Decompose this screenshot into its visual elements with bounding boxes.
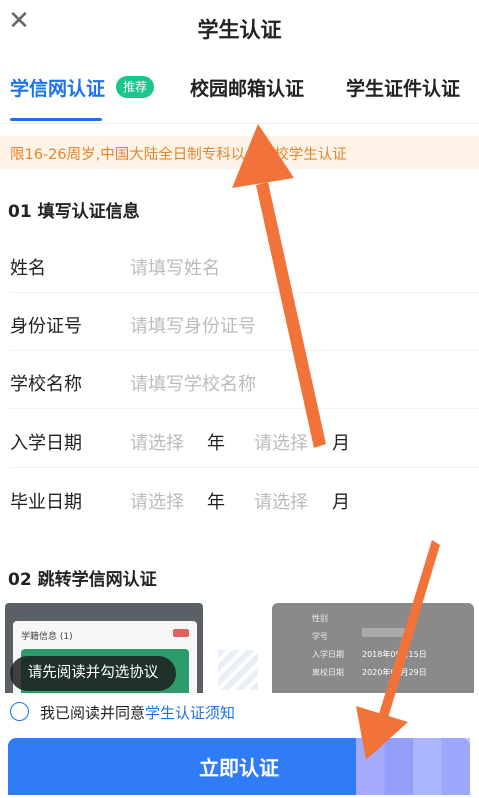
graduate-date-label: 毕业日期 xyxy=(10,492,82,513)
example-row-label: 离校日期 xyxy=(312,668,344,677)
recommend-badge: 推荐 xyxy=(116,76,155,98)
row-divider xyxy=(10,408,479,409)
agreement-radio[interactable] xyxy=(10,702,29,721)
tab-xuexin[interactable]: 学信网认证 xyxy=(10,74,105,101)
eligibility-notice-text: 限16-26周岁,中国大陆全日制专科以上在校学生认证 xyxy=(10,147,347,163)
id-number-input[interactable]: 请填写身份证号 xyxy=(130,312,256,338)
example-card-title: 学籍信息 (1) xyxy=(21,632,73,642)
agreement-row[interactable]: 我已阅读并同意学生认证须知 xyxy=(10,700,479,724)
year-unit: 年 xyxy=(207,492,225,513)
example-row-label: 学号 xyxy=(312,632,328,641)
month-unit: 月 xyxy=(332,492,350,513)
section-fill-info-title: 01 填写认证信息 xyxy=(8,202,140,222)
active-tab-indicator xyxy=(10,118,102,121)
agreement-prefix: 我已阅读并同意 xyxy=(40,704,146,722)
month-unit: 月 xyxy=(332,433,350,454)
example-card-tag xyxy=(173,629,189,637)
graduate-year-select[interactable]: 请选择 xyxy=(130,488,184,514)
tab-campus-email[interactable]: 校园邮箱认证 xyxy=(190,74,304,101)
row-divider xyxy=(10,350,479,351)
eligibility-notice: 限16-26周岁,中国大陆全日制专科以上在校学生认证 xyxy=(0,136,479,169)
tab-divider xyxy=(0,123,479,124)
agreement-link[interactable]: 学生认证须知 xyxy=(145,704,235,722)
id-number-label: 身份证号 xyxy=(10,316,82,337)
graduate-month-select[interactable]: 请选择 xyxy=(254,488,308,514)
school-name-input[interactable]: 请填写学校名称 xyxy=(130,370,256,396)
example-row-label: 入学日期 xyxy=(312,650,344,659)
page-title: 学生认证 xyxy=(197,18,282,42)
name-input[interactable]: 请填写姓名 xyxy=(130,254,220,280)
example-row-value: 2018年09月15日 xyxy=(362,650,427,659)
section-xuexin-title: 02 跳转学信网认证 xyxy=(8,570,157,590)
year-unit: 年 xyxy=(207,433,225,454)
example-row-label: 性别 xyxy=(312,614,328,623)
enroll-month-select[interactable]: 请选择 xyxy=(254,429,308,455)
enroll-year-select[interactable]: 请选择 xyxy=(130,429,184,455)
toast-message: 请先阅读并勾选协议 xyxy=(10,656,176,691)
example-screenshot-right: 性别 学号 入学日期 2018年09月15日 离校日期 2020年06月29日 xyxy=(272,603,474,693)
enroll-date-label: 入学日期 xyxy=(10,433,82,454)
row-divider xyxy=(10,467,479,468)
decorative-stripes xyxy=(218,650,258,690)
school-name-label: 学校名称 xyxy=(10,374,82,395)
example-row-value: 2020年06月29日 xyxy=(362,668,427,677)
example-redacted-value xyxy=(362,628,412,637)
mosaic-overlay xyxy=(356,738,470,795)
agreement-text: 我已阅读并同意学生认证须知 xyxy=(40,702,235,723)
name-label: 姓名 xyxy=(10,258,46,279)
tab-student-id[interactable]: 学生证件认证 xyxy=(346,74,460,101)
row-divider xyxy=(10,292,479,293)
